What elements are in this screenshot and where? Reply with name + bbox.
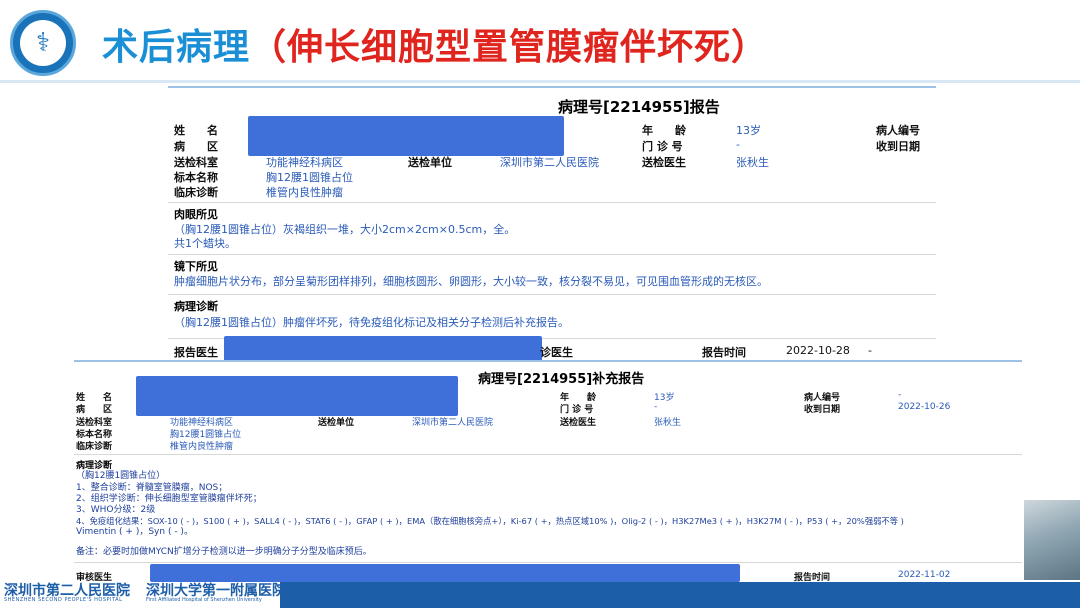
label-unit: 送检单位: [318, 418, 355, 428]
label-received: 收到日期: [804, 405, 841, 415]
path-line-4: 4、免疫组化结果：SOX-10 ( - )，S100 ( + )，SALL4 (…: [76, 516, 904, 526]
label-dept: 送检科室: [174, 156, 218, 169]
label-age: 年 龄: [642, 124, 686, 137]
label-unit: 送检单位: [408, 156, 452, 169]
value-unit: 深圳市第二人民医院: [412, 418, 494, 428]
label-doctor: 送检医生: [560, 418, 597, 428]
value-diagnosis: 椎管内良性肿瘤: [170, 442, 234, 452]
value-report-time-dash: -: [868, 344, 872, 357]
label-ward: 病 区: [76, 405, 113, 415]
pathology-report: 病理号[2214955]报告 姓 名 病 区 送检科室 标本名称 临床诊断 功能…: [168, 86, 936, 364]
redaction-mask: [248, 116, 564, 156]
label-clinic-no: 门 诊 号: [560, 405, 594, 415]
micro-heading: 镜下所见: [174, 260, 218, 273]
value-clinic-no: -: [654, 402, 658, 412]
path-line-5: Vimentin ( + )，Syn ( - )。: [76, 527, 193, 537]
divider: [168, 294, 936, 295]
hospital-name-1-en: SHENZHEN SECOND PEOPLE'S HOSPITAL: [4, 597, 123, 603]
hospital-logo-icon: ⚕: [10, 10, 76, 76]
divider: [168, 254, 936, 255]
caduceus-icon: ⚕: [20, 20, 66, 66]
value-patient-no: -: [898, 390, 902, 400]
label-name: 姓 名: [174, 124, 218, 137]
hospital-name-2-en: First Affiliated Hospital of Shenzhen Un…: [146, 597, 262, 603]
report-title: 病理号[2214955]报告: [558, 98, 720, 116]
divider: [74, 454, 1022, 455]
path-heading: 病理诊断: [174, 300, 218, 313]
value-doctor: 张秋生: [736, 156, 769, 169]
header-divider: [0, 80, 1080, 83]
value-doctor: 张秋生: [654, 418, 682, 428]
divider: [168, 202, 936, 203]
value-diagnosis: 椎管内良性肿瘤: [266, 186, 343, 199]
value-dept: 功能神经科病区: [266, 156, 343, 169]
divider: [74, 562, 1022, 563]
path-note: 备注：必要时加做MYCN扩增分子检测以进一步明确分子分型及临床预后。: [76, 547, 372, 557]
label-patient-no: 病人编号: [876, 124, 920, 137]
redaction-mask: [136, 376, 458, 416]
label-diagnosis: 临床诊断: [174, 186, 218, 199]
label-doctor: 送检医生: [642, 156, 686, 169]
label-clinic-no: 门 诊 号: [642, 140, 683, 153]
label-reviewer: 诊医生: [540, 346, 573, 359]
value-specimen: 胸12腰1圆锥占位: [266, 171, 353, 184]
supplementary-report: 病理号[2214955]补充报告 姓 名 病 区 送检科室 标本名称 临床诊断 …: [74, 360, 1022, 584]
title-subtitle: （伸长细胞型置管膜瘤伴坏死）: [250, 27, 769, 68]
label-received: 收到日期: [876, 140, 920, 153]
value-report-time: 2022-11-02: [898, 570, 951, 580]
value-unit: 深圳市第二人民医院: [500, 156, 599, 169]
path-line-1: （胸12腰1圆锥占位）肿瘤伴坏死，待免疫组化标记及相关分子检测后补充报告。: [174, 316, 569, 329]
label-diagnosis: 临床诊断: [76, 442, 113, 452]
gross-line-2: 共1个蜡块。: [174, 237, 236, 250]
label-reporter: 报告医生: [174, 346, 218, 359]
value-clinic-no: -: [736, 138, 740, 151]
label-report-time: 报告时间: [702, 346, 746, 359]
report-title: 病理号[2214955]补充报告: [478, 372, 645, 387]
gross-heading: 肉眼所见: [174, 208, 218, 221]
value-received: 2022-10-26: [898, 402, 951, 412]
label-ward: 病 区: [174, 140, 218, 153]
micro-line-1: 肿瘤细胞片状分布，部分呈菊形团样排列，细胞核圆形、卵圆形，大小较一致，核分裂不易…: [174, 275, 768, 288]
value-age: 13岁: [736, 124, 761, 137]
title-main: 术后病理: [102, 27, 251, 68]
value-report-time: 2022-10-28: [786, 344, 850, 357]
label-specimen: 标本名称: [174, 171, 218, 184]
corner-photo: [1024, 500, 1080, 580]
slide-title: 术后病理（伸长细胞型置管膜瘤伴坏死）: [102, 18, 768, 70]
